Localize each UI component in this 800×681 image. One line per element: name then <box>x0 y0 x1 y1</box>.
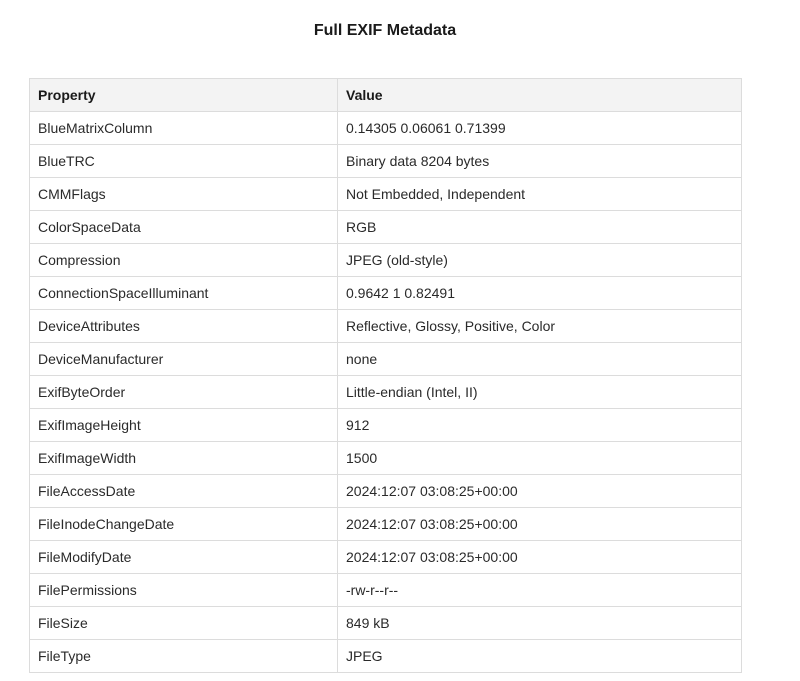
cell-property: FilePermissions <box>29 573 338 607</box>
cell-property: ColorSpaceData <box>29 210 338 244</box>
table-row: BlueMatrixColumn 0.14305 0.06061 0.71399 <box>29 111 742 145</box>
cell-value: Binary data 8204 bytes <box>337 144 742 178</box>
cell-property: ExifByteOrder <box>29 375 338 409</box>
cell-property: BlueMatrixColumn <box>29 111 338 145</box>
cell-value: 849 kB <box>337 606 742 640</box>
cell-property: CMMFlags <box>29 177 338 211</box>
cell-value: 0.9642 1 0.82491 <box>337 276 742 310</box>
table-row: CMMFlags Not Embedded, Independent <box>29 177 742 211</box>
cell-value: 912 <box>337 408 742 442</box>
table-row: FileModifyDate 2024:12:07 03:08:25+00:00 <box>29 540 742 574</box>
cell-value: 2024:12:07 03:08:25+00:00 <box>337 474 742 508</box>
cell-property: FileModifyDate <box>29 540 338 574</box>
cell-value: 0.14305 0.06061 0.71399 <box>337 111 742 145</box>
cell-value: none <box>337 342 742 376</box>
table-row: FileType JPEG <box>29 639 742 673</box>
table-row: FileSize 849 kB <box>29 606 742 640</box>
cell-property: Compression <box>29 243 338 277</box>
cell-property: DeviceAttributes <box>29 309 338 343</box>
page: Full EXIF Metadata Property Value BlueMa… <box>0 0 800 681</box>
cell-value: JPEG (old-style) <box>337 243 742 277</box>
table-row: FilePermissions -rw-r--r-- <box>29 573 742 607</box>
cell-property: FileInodeChangeDate <box>29 507 338 541</box>
cell-value: Reflective, Glossy, Positive, Color <box>337 309 742 343</box>
cell-value: JPEG <box>337 639 742 673</box>
cell-property: FileAccessDate <box>29 474 338 508</box>
cell-property: ExifImageWidth <box>29 441 338 475</box>
table-row: ExifByteOrder Little-endian (Intel, II) <box>29 375 742 409</box>
cell-value: 2024:12:07 03:08:25+00:00 <box>337 540 742 574</box>
table-body: BlueMatrixColumn 0.14305 0.06061 0.71399 B… <box>29 111 742 673</box>
cell-property: FileSize <box>29 606 338 640</box>
table-row: Compression JPEG (old-style) <box>29 243 742 277</box>
table-row: BlueTRC Binary data 8204 bytes <box>29 144 742 178</box>
table-row: ColorSpaceData RGB <box>29 210 742 244</box>
table-row: FileInodeChangeDate 2024:12:07 03:08:25+0… <box>29 507 742 541</box>
table-header-row: Property Value <box>29 78 742 112</box>
exif-table-container: Property Value BlueMatrixColumn 0.14305 0… <box>29 78 742 673</box>
cell-value: 1500 <box>337 441 742 475</box>
header-property: Property <box>29 78 338 112</box>
table-row: DeviceManufacturer none <box>29 342 742 376</box>
cell-value: -rw-r--r-- <box>337 573 742 607</box>
page-title: Full EXIF Metadata <box>313 22 457 39</box>
cell-value: Little-endian (Intel, II) <box>337 375 742 409</box>
cell-value: RGB <box>337 210 742 244</box>
cell-value: Not Embedded, Independent <box>337 177 742 211</box>
table-row: ExifImageHeight 912 <box>29 408 742 442</box>
table-row: ConnectionSpaceIlluminant 0.9642 1 0.8249… <box>29 276 742 310</box>
cell-property: BlueTRC <box>29 144 338 178</box>
cell-property: ConnectionSpaceIlluminant <box>29 276 338 310</box>
cell-property: ExifImageHeight <box>29 408 338 442</box>
cell-value: 2024:12:07 03:08:25+00:00 <box>337 507 742 541</box>
table-row: FileAccessDate 2024:12:07 03:08:25+00:00 <box>29 474 742 508</box>
table-row: ExifImageWidth 1500 <box>29 441 742 475</box>
exif-table: Property Value BlueMatrixColumn 0.14305 0… <box>29 78 742 673</box>
cell-property: DeviceManufacturer <box>29 342 338 376</box>
header-value: Value <box>337 78 742 112</box>
cell-property: FileType <box>29 639 338 673</box>
table-row: DeviceAttributes Reflective, Glossy, Posi… <box>29 309 742 343</box>
